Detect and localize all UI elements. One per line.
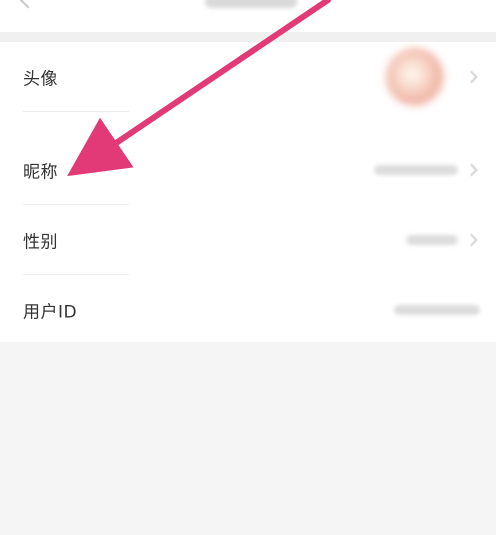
user-id-value-blurred [394, 305, 480, 315]
profile-settings-card: 头像 昵称 性别 用户ID [0, 42, 496, 342]
chevron-right-icon [465, 233, 478, 247]
gender-value-blurred [406, 235, 458, 245]
chevron-right-icon [465, 163, 478, 177]
row-user-id[interactable]: 用户ID [0, 275, 496, 345]
row-divider [23, 111, 129, 112]
row-nickname[interactable]: 昵称 [0, 135, 496, 205]
row-avatar-label: 头像 [23, 69, 58, 90]
back-chevron-icon[interactable] [19, 0, 37, 9]
row-avatar[interactable]: 头像 [0, 42, 496, 112]
page-title-blurred [205, 0, 297, 8]
row-nickname-label: 昵称 [23, 162, 58, 183]
top-navigation-bar [0, 0, 496, 32]
section-divider [0, 32, 496, 42]
row-gender-label: 性别 [23, 232, 58, 253]
chevron-right-icon [465, 70, 478, 84]
row-gender[interactable]: 性别 [0, 205, 496, 275]
nickname-value-blurred [374, 165, 458, 175]
row-user-id-label: 用户ID [23, 302, 78, 323]
avatar[interactable] [386, 48, 444, 106]
